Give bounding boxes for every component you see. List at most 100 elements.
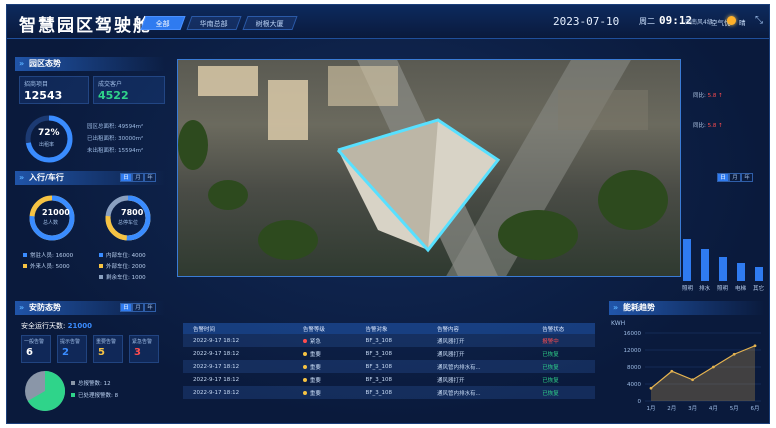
alarm-normal-value: 6 — [26, 347, 33, 358]
table-row[interactable]: 2022-9-17 18:12 重要 BF_3_108 通风器打开 已恢复 — [183, 373, 595, 386]
tab-south-hq[interactable]: 华南总部 — [186, 16, 242, 30]
table-row[interactable]: 2022-9-17 18:12 紧急 BF_3_108 通风器打开 报警中 — [183, 334, 595, 347]
photo-building — [328, 66, 398, 106]
legend-external-label: 外部车位: 2000 — [106, 264, 146, 270]
safe-days: 安全运行天数: 21000 — [21, 321, 92, 331]
header-weekday: 周二 — [639, 17, 655, 26]
legend-visitors: 外来人员: 5000 — [23, 262, 70, 270]
bar-cat-3: 照明 — [717, 286, 729, 292]
y-tick-label: 4000 — [627, 382, 641, 388]
area-unrented-label: 未出租面积: — [87, 148, 117, 154]
parking-ring — [105, 195, 151, 241]
energy-seg-year[interactable]: 年 — [741, 173, 753, 182]
tab-shugen-tower[interactable]: 树根大厦 — [242, 16, 298, 30]
cell-time: 2022-9-17 18:12 — [193, 350, 240, 357]
security-seg-year[interactable]: 年 — [144, 303, 156, 312]
level-dot — [302, 390, 307, 395]
security-seg-month[interactable]: 月 — [132, 303, 144, 312]
y-tick-label: 12000 — [624, 348, 642, 354]
data-point — [732, 352, 736, 356]
photo-tree — [208, 180, 248, 210]
usage-bar — [755, 267, 763, 281]
legend-external-swatch — [99, 264, 103, 268]
compare-1: 同比: 5.8 ↑ — [693, 91, 723, 99]
col-content: 告警内容 — [426, 323, 533, 334]
energy-seg-day[interactable]: 日 — [717, 173, 729, 182]
cell-status: 已恢复 — [542, 377, 559, 384]
stat-projects-label: 招商项目 — [24, 81, 49, 88]
x-tick-label: 4月 — [709, 405, 718, 412]
data-point — [670, 369, 674, 373]
x-tick-label: 6月 — [751, 405, 760, 412]
col-object: 告警对象 — [355, 323, 427, 334]
legend-internal-parking: 内部车位: 4000 — [99, 251, 146, 259]
col-level: 告警等级 — [292, 323, 356, 334]
header-weather: 晴 — [739, 19, 746, 27]
legend-total-swatch — [71, 381, 75, 385]
cell-level: 重要 — [293, 373, 356, 386]
cell-level-text: 重要 — [309, 377, 321, 384]
area-unrented: 未出租面积: 15594m² — [87, 146, 143, 154]
alarm-table-header: 告警时间 告警等级 告警对象 告警内容 告警状态 — [183, 323, 595, 334]
photo-main-building — [336, 118, 501, 253]
alarm-urgent-label: 紧急告警 — [132, 339, 153, 345]
bar-cat-5: 其它 — [753, 286, 765, 292]
table-row[interactable]: 2022-9-17 18:12 重要 BF_3_108 通风器打开 已恢复 — [183, 347, 595, 360]
cell-level: 重要 — [292, 386, 356, 399]
cell-level-text: 重要 — [309, 364, 321, 371]
cell-content: 通风器打开 — [436, 377, 465, 384]
y-tick-label: 8000 — [627, 365, 641, 371]
sun-icon — [727, 16, 736, 25]
compare-2-label: 同比: — [693, 123, 706, 129]
cell-content: 通风管内排水有... — [426, 360, 533, 373]
legend-handled-label: 已处理报警数: — [78, 393, 113, 399]
area-total-label: 园区总面积: — [87, 124, 117, 130]
safe-days-label: 安全运行天数: — [21, 322, 66, 330]
cell-level: 重要 — [293, 347, 356, 360]
cell-time: 2022-9-17 18:12 — [183, 334, 293, 347]
traffic-seg-year[interactable]: 年 — [144, 173, 156, 182]
level-dot — [302, 377, 307, 382]
energy-trend-chart: KWH 16000 12000 8000 4000 0 1月 2月 3月 4月 5月 6月 — [611, 320, 761, 412]
fullscreen-exit-icon[interactable]: ⤡ — [755, 15, 763, 26]
stat-projects-value: 12543 — [24, 89, 63, 102]
photo-tree — [498, 210, 578, 260]
cell-object: BF_3_108 — [355, 386, 427, 399]
cell-content: 通风器打开 — [426, 334, 533, 347]
tab-all[interactable]: 全部 — [140, 16, 186, 30]
parking-total-value: 7800 — [121, 208, 144, 217]
people-total-label: 总人数 — [43, 220, 59, 226]
level-dot — [302, 351, 307, 356]
photo-building — [268, 80, 308, 140]
data-point — [691, 378, 694, 382]
cell-status: 已恢复 — [532, 360, 595, 373]
alarm-table-body: 2022-9-17 18:12 紧急 BF_3_108 通风器打开 报警中 2022-9-… — [183, 334, 595, 399]
usage-bar — [719, 257, 727, 281]
cell-level: 重要 — [292, 360, 356, 373]
security-seg-day[interactable]: 日 — [120, 303, 132, 312]
tab-all-label: 全部 — [155, 20, 170, 28]
stat-customers-label: 成交客户 — [98, 81, 123, 88]
energy-seg-month[interactable]: 月 — [729, 173, 741, 182]
legend-remaining-parking: 剩余车位: 1000 — [99, 273, 146, 281]
table-row[interactable]: 2022-9-17 18:12 重要 BF_3_108 通风管内排水有... 已恢复 — [183, 360, 595, 373]
traffic-seg-day[interactable]: 日 — [120, 173, 132, 182]
safe-days-value: 21000 — [67, 322, 92, 330]
cell-time: 2022-9-17 18:12 — [193, 376, 240, 383]
compare-2-value: 5.8 ↑ — [707, 123, 723, 129]
level-dot — [302, 338, 307, 343]
photo-tree — [258, 220, 318, 260]
tab-south-hq-label: 华南总部 — [199, 20, 228, 28]
alarm-hint-label: 提示告警 — [60, 339, 81, 345]
compare-2: 同比: 5.8 ↑ — [693, 121, 723, 129]
app-title: 智慧园区驾驶舱 — [19, 16, 152, 36]
alarm-important-value: 5 — [98, 347, 105, 358]
photo-tree — [178, 120, 208, 170]
traffic-seg-month[interactable]: 月 — [132, 173, 144, 182]
legend-external-parking: 外部车位: 2000 — [99, 262, 146, 270]
tab-shugen-tower-label: 树根大厦 — [255, 20, 284, 28]
table-row[interactable]: 2022-9-17 18:12 重要 BF_3_108 通风管内排水有... 已恢复 — [183, 386, 595, 399]
parking-total-label: 总停车位 — [118, 220, 139, 226]
legend-total-value: 12 — [103, 381, 111, 387]
cell-level-text: 重要 — [309, 390, 321, 397]
